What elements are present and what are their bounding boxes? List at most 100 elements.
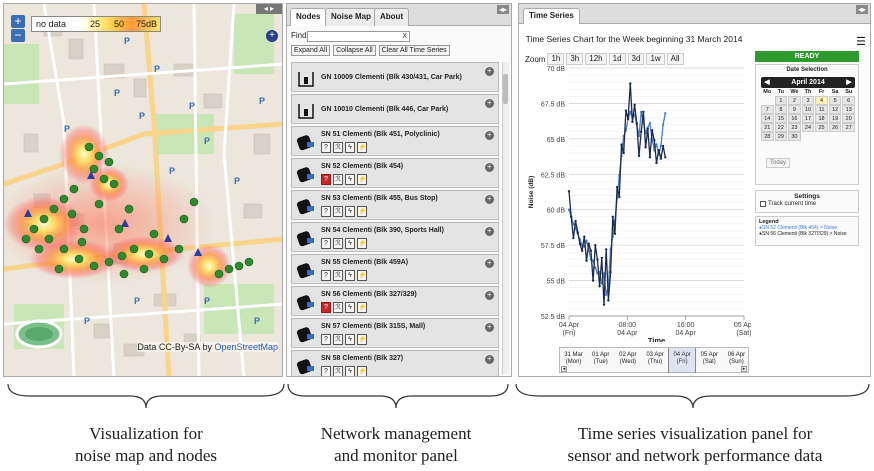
calendar-day[interactable]: 17 — [801, 114, 815, 123]
tab-time-series[interactable]: Time Series — [523, 8, 580, 24]
lightning-icon[interactable]: ⚡ — [357, 174, 367, 185]
next-month-icon[interactable]: ▶ — [844, 77, 854, 88]
expand-node-icon[interactable]: + — [485, 67, 494, 76]
calendar-day[interactable]: 11 — [815, 105, 828, 114]
lightning-icon[interactable]: ⚡ — [357, 270, 367, 281]
clear-all-time-series-button[interactable]: Clear All Time Series — [378, 45, 450, 56]
calendar-day[interactable]: 16 — [788, 114, 801, 123]
calendar-day[interactable]: 1 — [774, 96, 788, 105]
power-icon[interactable]: ϟ — [345, 334, 355, 345]
antenna-icon[interactable]: ℛ — [333, 334, 343, 345]
antenna-icon[interactable]: ℛ — [333, 302, 343, 313]
find-clear-button[interactable]: X — [402, 33, 407, 40]
expand-node-icon[interactable]: + — [485, 195, 494, 204]
expand-node-icon[interactable]: + — [485, 227, 494, 236]
noise-line-chart[interactable]: 52.5 dB 55 dB 57.5 dB 60 dB 62.5 dB 65 dB 67.5… — [519, 62, 751, 342]
tab-noise-map[interactable]: Noise Map — [325, 8, 378, 26]
node-list-scroll-thumb[interactable] — [503, 74, 508, 104]
node-list-scrollbar[interactable] — [502, 62, 509, 374]
calendar-day[interactable]: 2 — [788, 96, 801, 105]
calendar-day[interactable]: 18 — [815, 114, 828, 123]
calendar-day[interactable]: 12 — [828, 105, 842, 114]
gateway-node-item[interactable]: GN 10009 Clementi (Blk 430/431, Car Park… — [291, 62, 499, 92]
status-icon[interactable]: ? — [321, 174, 331, 185]
antenna-icon[interactable]: ℛ — [333, 206, 343, 217]
track-current-time-row[interactable]: Track current time — [760, 201, 858, 207]
calendar-day[interactable]: 8 — [774, 105, 788, 114]
power-icon[interactable]: ϟ — [345, 270, 355, 281]
antenna-icon[interactable]: ℛ — [333, 174, 343, 185]
calendar-day[interactable]: 4 — [815, 96, 828, 105]
lightning-icon[interactable]: ⚡ — [357, 206, 367, 217]
panel-resize-arrows-icon[interactable]: ◂ ▸ — [256, 4, 282, 14]
hamburger-menu-icon[interactable]: ☰ — [856, 35, 866, 48]
calendar-day[interactable]: 22 — [774, 123, 788, 132]
calendar-day[interactable]: 26 — [828, 123, 842, 132]
calendar-day[interactable]: 21 — [761, 123, 774, 132]
calendar-day[interactable]: 3 — [801, 96, 815, 105]
calendar-day[interactable]: 25 — [815, 123, 828, 132]
calendar-day[interactable]: 30 — [788, 132, 801, 141]
calendar-day[interactable]: 23 — [788, 123, 801, 132]
sensor-node-item[interactable]: SN 56 Clementi (Blk 327/329) +? ℛϟ ⚡ — [291, 286, 499, 316]
status-icon[interactable]: ? — [321, 334, 331, 345]
sensor-node-item[interactable]: SN 58 Clementi (Blk 327) +? ℛϟ ⚡ — [291, 350, 499, 376]
find-input[interactable]: X — [307, 31, 410, 42]
node-list[interactable]: GN 10009 Clementi (Blk 430/431, Car Park… — [291, 62, 499, 376]
range-navigator[interactable]: 31 Mar (Mon) 01 Apr (Tue) 02 Apr (Wed) 03 Apr(… — [559, 347, 749, 373]
lightning-icon[interactable]: ⚡ — [357, 302, 367, 313]
expand-node-icon[interactable]: + — [485, 99, 494, 108]
power-icon[interactable]: ϟ — [345, 302, 355, 313]
status-icon[interactable]: ? — [321, 142, 331, 153]
track-current-time-checkbox[interactable] — [760, 201, 766, 207]
status-icon[interactable]: ? — [321, 206, 331, 217]
calendar-day[interactable]: 29 — [774, 132, 788, 141]
calendar-day[interactable]: 28 — [761, 132, 774, 141]
power-icon[interactable]: ϟ — [345, 142, 355, 153]
power-icon[interactable]: ϟ — [345, 206, 355, 217]
calendar-day[interactable]: 14 — [761, 114, 774, 123]
navigator-scroll-right-icon[interactable]: ▸ — [741, 366, 747, 372]
calendar-day[interactable]: 10 — [801, 105, 815, 114]
antenna-icon[interactable]: ℛ — [333, 238, 343, 249]
sensor-node-item[interactable]: SN 51 Clementi (Blk 451, Polyclinic) +? ℛϟ… — [291, 126, 499, 156]
expand-all-button[interactable]: Expand All — [291, 45, 331, 56]
calendar-day[interactable]: 19 — [828, 114, 842, 123]
expand-node-icon[interactable]: + — [485, 131, 494, 140]
sensor-node-item[interactable]: SN 57 Clementi (Blk 315S, Mall) +? ℛϟ ⚡ — [291, 318, 499, 348]
status-icon[interactable]: ? — [321, 238, 331, 249]
legend-item-sn56[interactable]: ●SN 56 Clementi (Blk 327/329) > Noise — [759, 231, 858, 237]
calendar-day[interactable]: 5 — [828, 96, 842, 105]
navigator-scroll-left-icon[interactable]: ◂ — [561, 366, 567, 372]
calendar-day[interactable]: 6 — [842, 96, 855, 105]
lightning-icon[interactable]: ⚡ — [357, 238, 367, 249]
panel-resize-arrows-icon[interactable]: ◂▸ — [496, 5, 509, 14]
collapse-all-button[interactable]: Collapse All — [333, 45, 376, 56]
tab-about[interactable]: About — [374, 8, 410, 26]
power-icon[interactable]: ϟ — [345, 174, 355, 185]
sensor-node-item[interactable]: SN 53 Clementi (Blk 455, Bus Stop) +? ℛϟ ⚡ — [291, 190, 499, 220]
expand-node-icon[interactable]: + — [485, 355, 494, 364]
status-icon[interactable]: ? — [321, 366, 331, 376]
antenna-icon[interactable]: ℛ — [333, 142, 343, 153]
calendar-day[interactable]: 15 — [774, 114, 788, 123]
sensor-node-item[interactable]: SN 54 Clementi (Blk 390, Sports Hall) +? ℛ… — [291, 222, 499, 252]
status-icon[interactable]: ? — [321, 302, 331, 313]
layers-icon[interactable]: + — [266, 30, 278, 42]
panel-resize-arrows-icon[interactable]: ◂▸ — [855, 5, 868, 14]
lightning-icon[interactable]: ⚡ — [357, 366, 367, 376]
calendar-day[interactable]: 7 — [761, 105, 774, 114]
status-icon[interactable]: ? — [321, 270, 331, 281]
calendar-day[interactable]: 13 — [842, 105, 855, 114]
map-canvas[interactable]: P P P P P P P P P P P P P P — [4, 4, 283, 377]
expand-node-icon[interactable]: + — [485, 259, 494, 268]
openstreetmap-link[interactable]: OpenStreetMap — [214, 342, 278, 352]
today-button[interactable]: Today — [766, 158, 791, 168]
zoom-in-button[interactable]: + — [11, 15, 25, 28]
lightning-icon[interactable]: ⚡ — [357, 334, 367, 345]
calendar-day[interactable]: 20 — [842, 114, 855, 123]
prev-month-icon[interactable]: ◀ — [762, 77, 772, 88]
navigator-selection[interactable] — [668, 348, 696, 373]
tab-nodes[interactable]: Nodes — [290, 8, 327, 26]
calendar-day[interactable]: 24 — [801, 123, 815, 132]
